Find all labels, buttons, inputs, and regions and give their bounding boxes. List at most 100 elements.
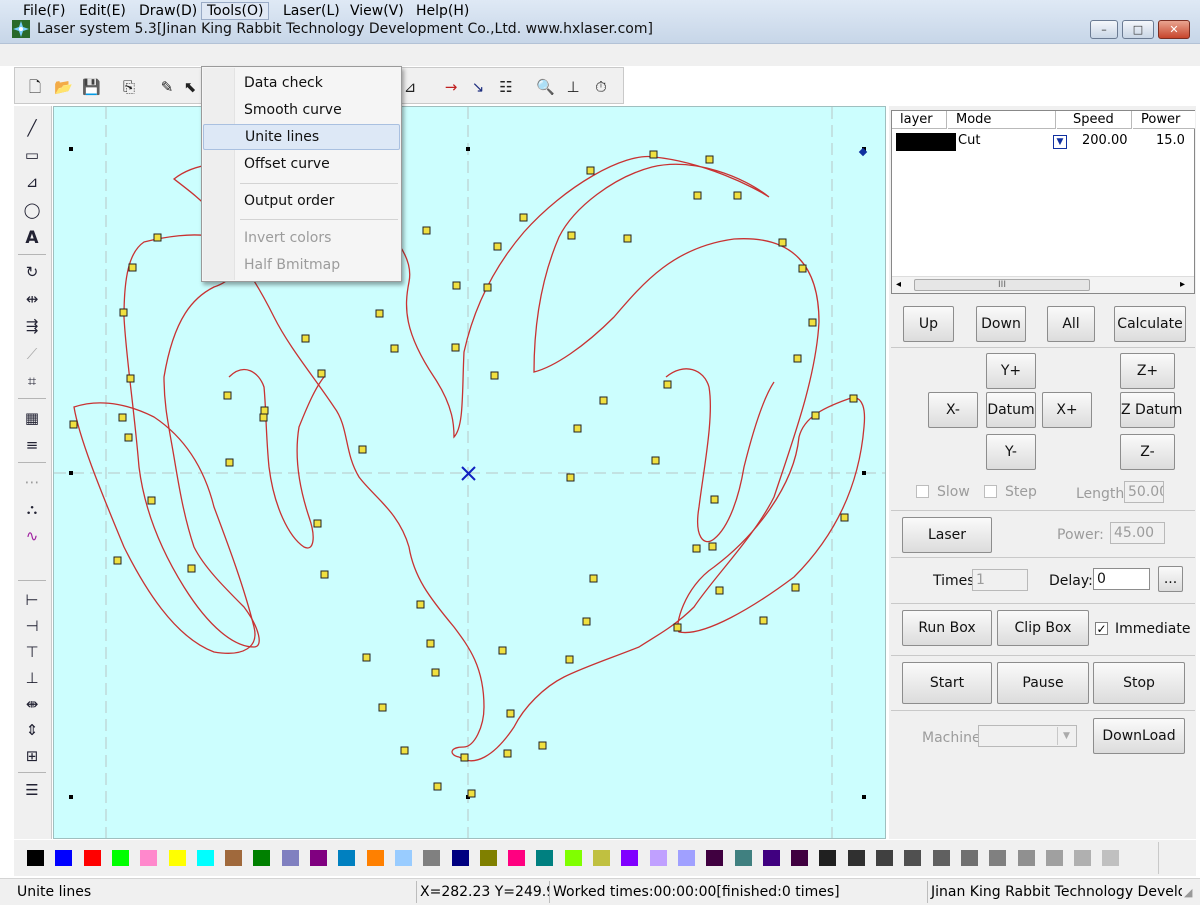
color-swatch[interactable] (932, 850, 950, 866)
color-swatch[interactable] (1017, 850, 1035, 866)
array-icon[interactable]: ☷ (497, 78, 515, 96)
mirror-icon[interactable]: ⇹ (18, 288, 46, 310)
minimize-button[interactable]: – (1090, 20, 1118, 39)
menu-item-output-order[interactable]: Output order (203, 188, 400, 214)
clip-box-button[interactable]: Clip Box (997, 610, 1089, 646)
menu-edit[interactable]: Edit(E) (74, 2, 131, 20)
rotate-icon[interactable]: ↻ (18, 261, 46, 283)
menu-laser[interactable]: Laser(L) (278, 2, 345, 20)
down-button[interactable]: Down (976, 306, 1026, 342)
power-input[interactable]: 45.00 (1110, 522, 1165, 544)
color-swatch[interactable] (338, 850, 356, 866)
brush-icon[interactable]: ✎ (158, 78, 176, 96)
menu-draw[interactable]: Draw(D) (134, 2, 202, 20)
save-icon[interactable]: 💾 (82, 78, 101, 96)
color-swatch[interactable] (677, 850, 695, 866)
slow-checkbox[interactable] (916, 485, 929, 498)
delay-input[interactable]: 0 (1093, 568, 1150, 590)
align-icon[interactable]: ⇶ (18, 315, 46, 337)
menu-item-smooth-curve[interactable]: Smooth curve (203, 97, 400, 123)
crop-icon[interactable]: ⌗ (18, 370, 46, 392)
color-swatch[interactable] (564, 850, 582, 866)
up-button[interactable]: Up (903, 306, 954, 342)
z-minus-button[interactable]: Z- (1120, 434, 1175, 470)
y-plus-button[interactable]: Y+ (986, 353, 1036, 389)
color-swatch[interactable] (55, 850, 73, 866)
color-swatch[interactable] (423, 850, 441, 866)
color-swatch[interactable] (649, 850, 667, 866)
color-swatch[interactable] (989, 850, 1007, 866)
scroll-right-icon[interactable]: ▸ (1180, 279, 1185, 290)
ruler-icon[interactable]: ⊥ (564, 78, 582, 96)
menu-item-invert-colors[interactable]: Invert colors (203, 225, 400, 251)
color-swatch[interactable] (168, 850, 186, 866)
text-tool-icon[interactable]: A (18, 227, 46, 249)
scroll-thumb[interactable]: III (914, 279, 1090, 291)
align-right-icon[interactable]: ⊣ (18, 615, 46, 637)
menu-item-data-check[interactable]: Data check (203, 70, 400, 96)
color-swatch[interactable] (791, 850, 809, 866)
color-swatch[interactable] (734, 850, 752, 866)
x-plus-button[interactable]: X+ (1042, 392, 1092, 428)
menu-tools[interactable]: Tools(O) (201, 2, 270, 20)
immediate-checkbox[interactable]: ✓ (1095, 622, 1108, 635)
menu-item-unite-lines[interactable]: Unite lines (203, 124, 400, 150)
color-swatch[interactable] (83, 850, 101, 866)
layer-table[interactable]: layer Mode Speed Power Cut ▼ 200.00 15.0… (891, 110, 1195, 294)
color-swatch[interactable] (762, 850, 780, 866)
menu-item-offset-curve[interactable]: Offset curve (203, 151, 400, 177)
timer-icon[interactable]: ⏱ (592, 78, 610, 96)
laser-arrow-icon[interactable]: → (442, 78, 460, 96)
length-input[interactable]: 50.00 (1124, 481, 1164, 503)
x-minus-button[interactable]: X- (928, 392, 978, 428)
center-both-icon[interactable]: ⊞ (18, 745, 46, 767)
laser-button[interactable]: Laser (902, 517, 992, 553)
new-file-icon[interactable]: 🗋 (26, 78, 44, 96)
color-swatch[interactable] (479, 850, 497, 866)
color-swatch[interactable] (451, 850, 469, 866)
step-checkbox[interactable] (984, 485, 997, 498)
all-button[interactable]: All (1047, 306, 1095, 342)
align-top-icon[interactable]: ⊤ (18, 641, 46, 663)
stop-button[interactable]: Stop (1093, 662, 1185, 704)
node-icon[interactable]: ↘ (469, 78, 487, 96)
start-button[interactable]: Start (902, 662, 992, 704)
color-swatch[interactable] (1102, 850, 1120, 866)
color-swatch[interactable] (847, 850, 865, 866)
color-swatch[interactable] (225, 850, 243, 866)
scroll-left-icon[interactable]: ◂ (896, 279, 901, 290)
layer-color-swatch[interactable] (896, 133, 956, 151)
mode-dropdown-icon[interactable]: ▼ (1053, 135, 1067, 149)
col-header-mode[interactable]: Mode (948, 111, 1056, 129)
color-swatch[interactable] (196, 850, 214, 866)
color-swatch[interactable] (140, 850, 158, 866)
color-swatch[interactable] (876, 850, 893, 866)
times-input[interactable]: 1 (972, 569, 1028, 591)
polyline-tool-icon[interactable]: ⊿ (18, 171, 46, 193)
download-button[interactable]: DownLoad (1093, 718, 1185, 754)
align-bottom-icon[interactable]: ⊥ (18, 667, 46, 689)
horizontal-scrollbar[interactable]: ◂ III ▸ (892, 276, 1194, 293)
run-box-button[interactable]: Run Box (902, 610, 992, 646)
color-swatch[interactable] (904, 850, 922, 866)
layer-speed[interactable]: 200.00 (1082, 131, 1128, 151)
close-button[interactable]: ✕ (1158, 20, 1190, 39)
menu-file[interactable]: File(F) (18, 2, 70, 20)
color-swatch[interactable] (960, 850, 978, 866)
machine-dropdown-icon[interactable]: ▼ (1057, 727, 1075, 745)
align-left-icon[interactable]: ⊢ (18, 589, 46, 611)
more-button[interactable]: ... (1158, 566, 1183, 592)
layers-icon[interactable]: ☰ (18, 779, 46, 801)
center-h-icon[interactable]: ⇼ (18, 693, 46, 715)
node-edit-icon[interactable]: ⟋ (18, 343, 46, 365)
rectangle-tool-icon[interactable]: ▭ (18, 144, 46, 166)
drawing-canvas[interactable] (53, 106, 886, 839)
ellipse-tool-icon[interactable]: ◯ (18, 199, 46, 221)
color-swatch[interactable] (1045, 850, 1063, 866)
color-swatch[interactable] (1074, 850, 1092, 866)
datum-button[interactable]: Datum (986, 392, 1036, 428)
preview-icon[interactable]: 🔍 (536, 78, 555, 96)
polyline-icon[interactable]: ⊿ (401, 78, 419, 96)
z-datum-button[interactable]: Z Datum (1120, 392, 1182, 428)
color-swatch[interactable] (253, 850, 271, 866)
